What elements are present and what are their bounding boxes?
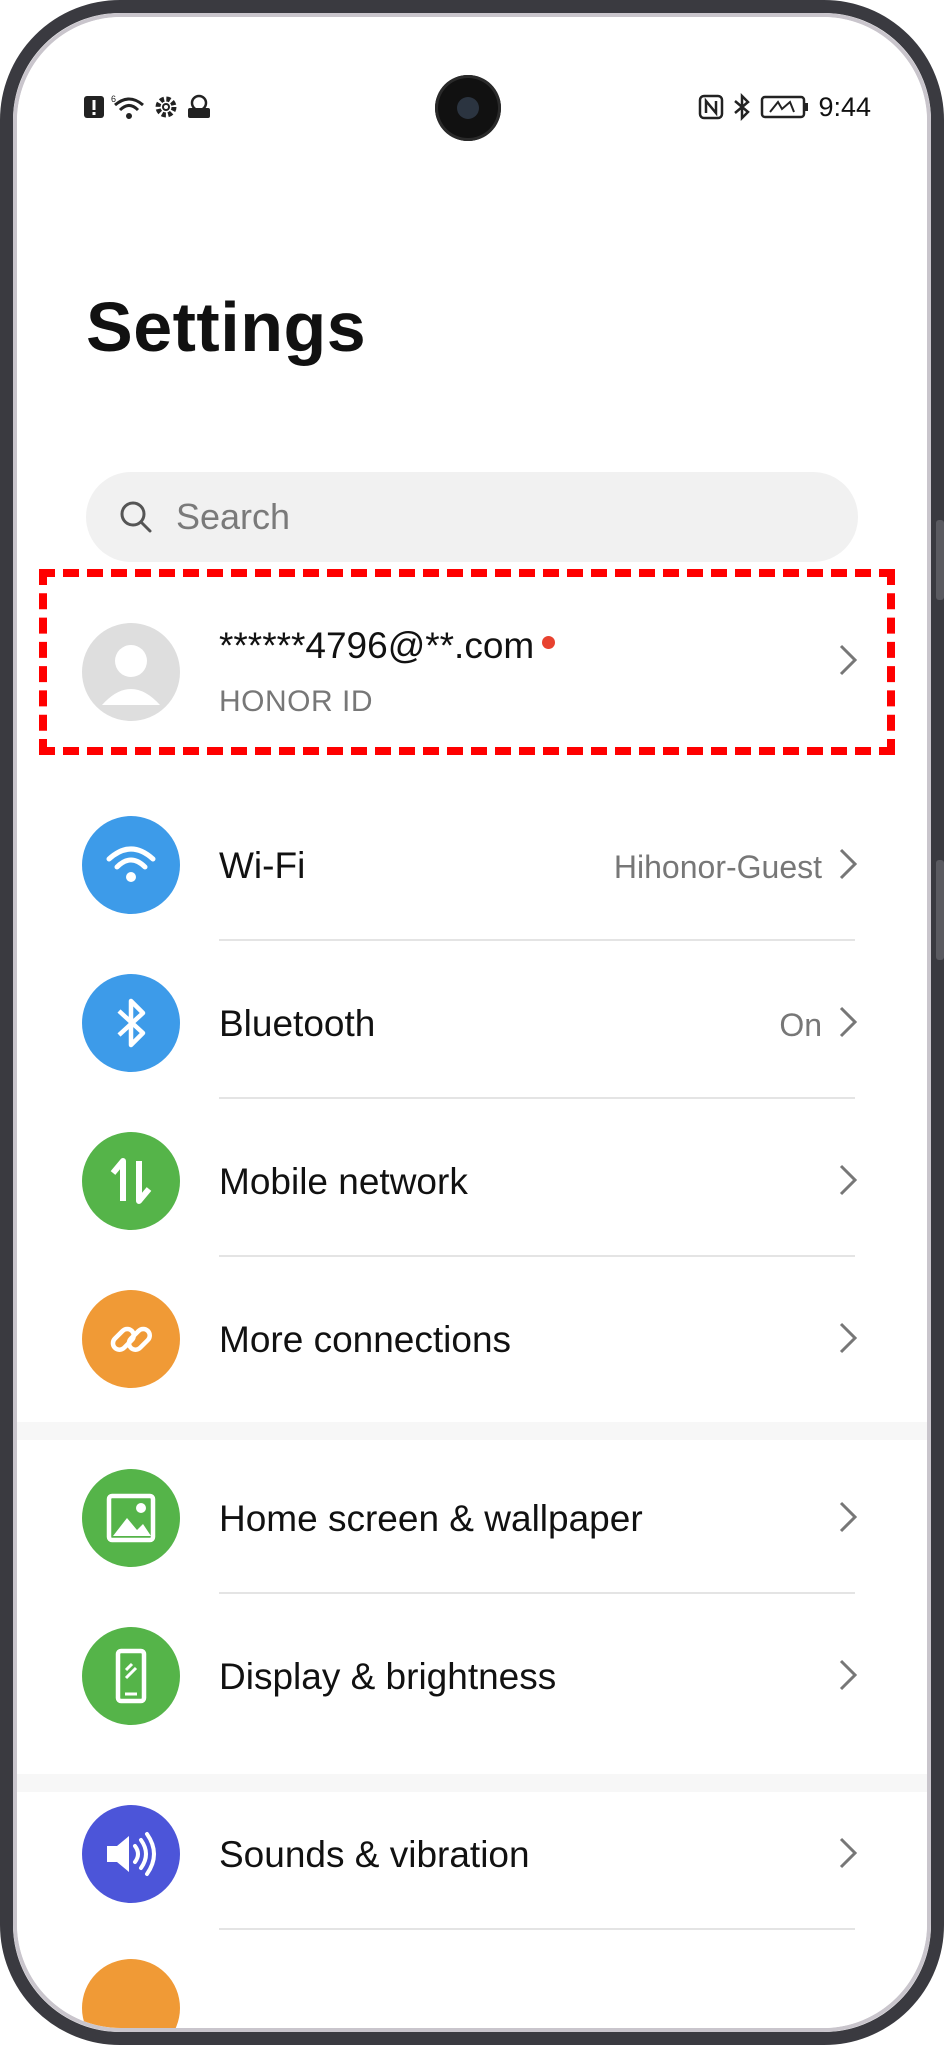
svg-text:6: 6 bbox=[111, 94, 116, 104]
settings-item-wifi[interactable]: Wi-Fi Hihonor-Guest bbox=[17, 783, 927, 941]
search-bar[interactable] bbox=[86, 472, 858, 562]
account-name-text: ******4796@**.com bbox=[219, 625, 535, 666]
item-label: Home screen & wallpaper bbox=[219, 1498, 643, 1539]
mobile-network-icon bbox=[110, 1158, 152, 1204]
item-label: Bluetooth bbox=[219, 1003, 376, 1044]
search-input[interactable] bbox=[174, 495, 778, 539]
item-label: Mobile network bbox=[219, 1161, 468, 1202]
settings-item-sounds[interactable]: Sounds & vibration bbox=[17, 1772, 927, 1930]
wifi-icon bbox=[106, 846, 156, 882]
chevron-right-icon bbox=[839, 1659, 858, 1691]
account-subtitle: HONOR ID bbox=[219, 685, 373, 718]
speaker-icon-badge bbox=[82, 1805, 180, 1903]
chevron-right-icon bbox=[839, 644, 858, 676]
avatar bbox=[82, 623, 180, 721]
partial-item-icon bbox=[82, 1959, 180, 2028]
image-icon bbox=[106, 1493, 156, 1543]
chevron-right-icon bbox=[839, 1501, 858, 1533]
page-title: Settings bbox=[86, 288, 367, 366]
account-name: ******4796@**.com bbox=[219, 625, 556, 667]
status-left-icons: 6 bbox=[83, 79, 213, 135]
speaker-icon bbox=[107, 1832, 156, 1876]
chevron-right-icon bbox=[839, 1164, 858, 1196]
phone-display-icon bbox=[115, 1648, 147, 1704]
bluetooth-icon bbox=[117, 998, 146, 1048]
status-bar: 6 9:44 bbox=[17, 75, 927, 141]
screen: 6 9:44 Settings ******4796@**.com HONOR … bbox=[17, 17, 927, 2028]
vpn-icon bbox=[188, 94, 210, 118]
person-icon bbox=[102, 645, 160, 705]
chevron-right-icon bbox=[839, 1006, 858, 1038]
wifi-6-icon: 6 bbox=[111, 94, 144, 119]
mobile-network-icon-badge bbox=[82, 1132, 180, 1230]
account-row[interactable]: ******4796@**.com HONOR ID bbox=[17, 581, 927, 739]
nfc-icon bbox=[699, 94, 724, 120]
item-label: Sounds & vibration bbox=[219, 1834, 530, 1875]
side-button bbox=[936, 520, 944, 600]
phone-display-icon-badge bbox=[82, 1627, 180, 1725]
settings-item-home-screen[interactable]: Home screen & wallpaper bbox=[17, 1436, 927, 1594]
settings-item-mobile-network[interactable]: Mobile network bbox=[17, 1099, 927, 1257]
chevron-right-icon bbox=[839, 848, 858, 880]
item-value: Hihonor-Guest bbox=[613, 849, 822, 885]
divider bbox=[219, 1928, 855, 1930]
bluetooth-icon bbox=[734, 93, 751, 121]
alert-icon bbox=[84, 96, 104, 118]
notification-dot bbox=[542, 635, 556, 649]
link-icon-badge bbox=[82, 1290, 180, 1388]
front-camera bbox=[435, 75, 501, 141]
item-label: More connections bbox=[219, 1319, 512, 1360]
item-value: On bbox=[779, 1007, 822, 1043]
wifi-icon-badge bbox=[82, 816, 180, 914]
settings-item-display[interactable]: Display & brightness bbox=[17, 1594, 927, 1752]
settings-item-more-connections[interactable]: More connections bbox=[17, 1257, 927, 1415]
status-right-icons: 9:44 bbox=[698, 79, 871, 135]
battery-saver-icon bbox=[761, 95, 809, 119]
search-icon bbox=[120, 501, 152, 533]
clock: 9:44 bbox=[818, 91, 871, 122]
image-icon-badge bbox=[82, 1469, 180, 1567]
chevron-right-icon bbox=[839, 1322, 858, 1354]
item-label: Display & brightness bbox=[219, 1656, 557, 1697]
settings-item-bluetooth[interactable]: Bluetooth On bbox=[17, 941, 927, 1099]
item-label: Wi-Fi bbox=[219, 845, 306, 886]
link-icon bbox=[110, 1326, 152, 1352]
chevron-right-icon bbox=[839, 1837, 858, 1869]
bluetooth-icon-badge bbox=[82, 974, 180, 1072]
gear-icon bbox=[155, 96, 177, 118]
side-button bbox=[936, 860, 944, 960]
